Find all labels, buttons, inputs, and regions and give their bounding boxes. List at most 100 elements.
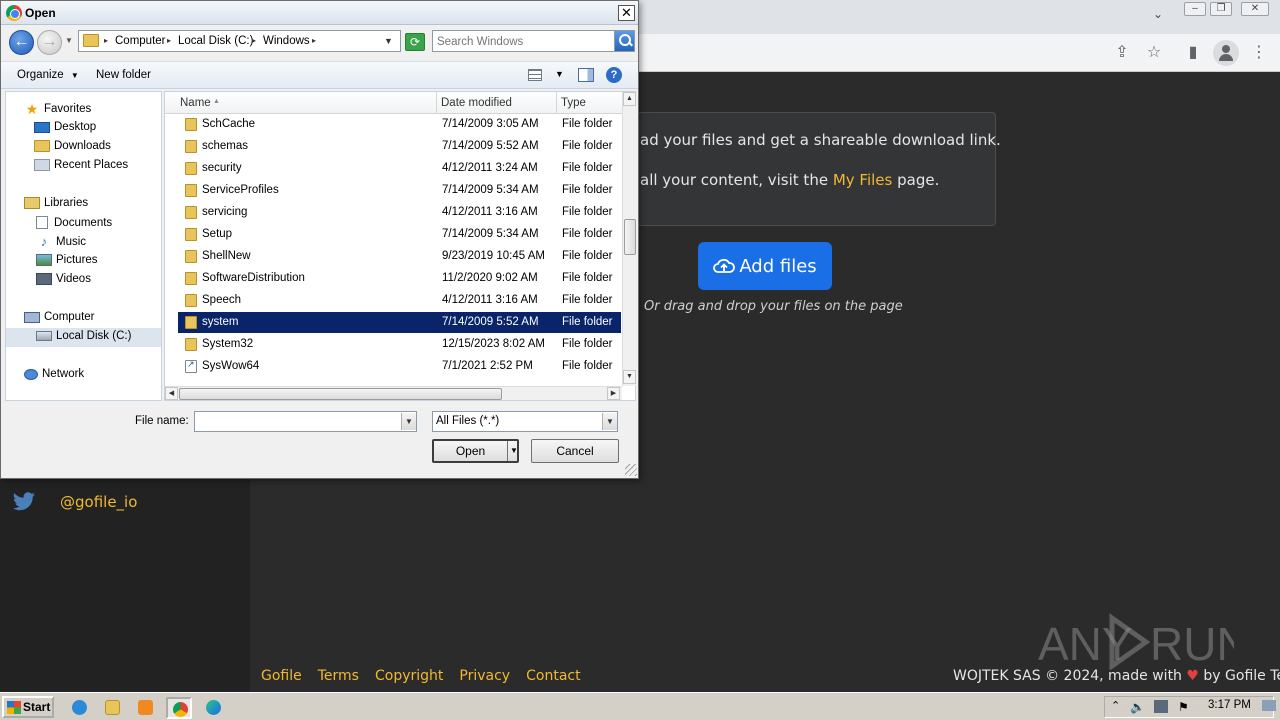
open-options-dropdown-icon[interactable]: ▼ — [510, 441, 518, 461]
nav-item-local-disk[interactable]: Local Disk (C:) — [36, 330, 131, 342]
search-field[interactable] — [432, 30, 635, 52]
twitter-handle-link[interactable]: @gofile_io — [60, 493, 137, 511]
scroll-left-arrow-icon[interactable]: ◀ — [165, 387, 178, 400]
side-panel-icon[interactable]: ▮ — [1182, 42, 1204, 64]
nav-item-videos[interactable]: Videos — [36, 273, 91, 285]
file-row[interactable]: system 7/14/2009 5:52 AM File folder — [178, 312, 621, 333]
cancel-button[interactable]: Cancel — [531, 439, 619, 463]
breadcrumb-chevron-icon[interactable]: ▸ — [252, 36, 256, 45]
dialog-close-button[interactable]: ✕ — [618, 5, 635, 21]
file-row[interactable]: System32 12/15/2023 8:02 AM File folder — [178, 334, 621, 355]
breadcrumb-chevron-icon[interactable]: ▸ — [104, 36, 108, 45]
show-desktop-icon[interactable] — [1262, 700, 1276, 711]
taskbar-explorer-icon[interactable] — [100, 697, 126, 719]
browser-minimize-button[interactable]: ‒ — [1184, 2, 1206, 16]
new-folder-button[interactable]: New folder — [96, 69, 151, 81]
back-arrow-icon[interactable]: ← — [9, 30, 34, 55]
horizontal-scrollbar[interactable]: ◀ ▶ — [165, 386, 622, 400]
file-row[interactable]: ServiceProfiles 7/14/2009 5:34 AM File fol… — [178, 180, 621, 201]
file-row[interactable]: Speech 4/12/2011 3:16 AM File folder — [178, 290, 621, 311]
taskbar-edge-icon[interactable] — [201, 697, 227, 719]
scroll-right-arrow-icon[interactable]: ▶ — [607, 387, 620, 400]
breadcrumb-computer[interactable]: Computer — [115, 35, 166, 47]
horizontal-scroll-thumb[interactable] — [179, 388, 502, 400]
taskbar-chrome-icon[interactable] — [166, 697, 192, 719]
nav-item-recent-places[interactable]: Recent Places — [34, 159, 128, 171]
footer-link-terms[interactable]: Terms — [318, 668, 359, 684]
taskbar-media-player-icon[interactable] — [133, 697, 159, 719]
file-name-input[interactable] — [198, 414, 393, 429]
taskbar-clock[interactable]: 3:17 PM — [1208, 699, 1251, 711]
column-divider[interactable] — [436, 92, 437, 114]
bookmark-star-icon[interactable]: ☆ — [1143, 42, 1165, 64]
file-type-filter-select[interactable]: All Files (*.*) ▼ — [432, 411, 618, 432]
file-name-dropdown-icon[interactable]: ▼ — [401, 413, 416, 430]
footer-link-copyright[interactable]: Copyright — [375, 668, 443, 684]
footer-link-privacy[interactable]: Privacy — [459, 668, 510, 684]
breadcrumb-windows[interactable]: Windows — [263, 35, 310, 47]
start-button[interactable]: Start — [2, 696, 54, 718]
file-row[interactable]: security 4/12/2011 3:24 AM File folder — [178, 158, 621, 179]
change-view-icon[interactable] — [528, 69, 542, 81]
resize-grip-icon[interactable] — [625, 464, 637, 476]
nav-item-pictures[interactable]: Pictures — [36, 254, 98, 266]
scroll-down-arrow-icon[interactable]: ▼ — [623, 370, 636, 384]
open-button[interactable]: Open ▼ — [432, 439, 519, 463]
browser-restore-button[interactable]: ❐ — [1210, 2, 1232, 16]
nav-item-desktop[interactable]: Desktop — [34, 121, 96, 133]
my-files-link[interactable]: My Files — [833, 171, 893, 189]
search-icon[interactable] — [614, 31, 634, 51]
nav-item-documents[interactable]: Documents — [36, 216, 112, 229]
column-header-type[interactable]: Type — [561, 97, 586, 109]
file-row[interactable]: ShellNew 9/23/2019 10:45 AM File folder — [178, 246, 621, 267]
file-row[interactable]: SchCache 7/14/2009 3:05 AM File folder — [178, 114, 621, 135]
breadcrumb-chevron-icon[interactable]: ▸ — [167, 36, 171, 45]
search-input[interactable] — [437, 34, 612, 49]
show-hidden-icons-icon[interactable]: ⌃ — [1111, 699, 1120, 712]
file-type-dropdown-icon[interactable]: ▼ — [602, 413, 617, 430]
share-icon[interactable]: ⇪ — [1111, 42, 1133, 64]
view-options-dropdown-icon[interactable]: ▼ — [555, 69, 564, 79]
column-divider[interactable] — [556, 92, 557, 114]
nav-item-libraries[interactable]: Libraries — [24, 197, 88, 209]
help-icon[interactable]: ? — [606, 67, 622, 83]
footer-link-gofile[interactable]: Gofile — [261, 668, 302, 684]
scroll-up-arrow-icon[interactable]: ▲ — [623, 92, 636, 106]
file-row[interactable]: SysWow64 7/1/2021 2:52 PM File folder — [178, 356, 621, 377]
forward-arrow-icon[interactable]: → — [37, 30, 62, 55]
twitter-icon[interactable] — [12, 492, 36, 512]
nav-item-network[interactable]: Network — [24, 368, 84, 380]
tab-list-chevron-icon[interactable]: ⌄ — [1153, 7, 1163, 21]
file-row[interactable]: schemas 7/14/2009 5:52 AM File folder — [178, 136, 621, 157]
nav-item-favorites[interactable]: ★ Favorites — [24, 102, 92, 116]
nav-item-downloads[interactable]: Downloads — [34, 140, 111, 152]
breadcrumb-local-disk[interactable]: Local Disk (C:) — [178, 35, 253, 47]
nav-item-music[interactable]: ♪ Music — [36, 235, 86, 249]
footer-link-contact[interactable]: Contact — [526, 668, 580, 684]
add-files-button[interactable]: Add files — [698, 242, 832, 290]
column-header-date-modified[interactable]: Date modified — [441, 97, 512, 109]
dialog-titlebar[interactable]: Open ✕ — [1, 1, 638, 25]
network-tray-icon[interactable] — [1154, 700, 1168, 713]
organize-menu[interactable]: Organize ▼ — [17, 69, 79, 81]
file-name-combobox[interactable]: ▼ — [194, 411, 417, 432]
browser-close-button[interactable]: ✕ — [1241, 2, 1269, 16]
action-center-flag-icon[interactable]: ⚑ — [1178, 700, 1192, 714]
volume-icon[interactable]: 🔈 — [1130, 700, 1145, 714]
nav-item-computer[interactable]: Computer — [24, 311, 95, 323]
taskbar-ie-icon[interactable] — [67, 697, 93, 719]
address-history-dropdown-icon[interactable]: ▼ — [384, 36, 393, 46]
file-row[interactable]: Setup 7/14/2009 5:34 AM File folder — [178, 224, 621, 245]
vertical-scrollbar[interactable]: ▲ ▼ — [622, 92, 636, 386]
address-bar[interactable]: ▸ Computer ▸ Local Disk (C:) ▸ Windows ▸… — [78, 30, 401, 52]
vertical-scroll-thumb[interactable] — [624, 219, 636, 255]
menu-dots-icon[interactable]: ⋮ — [1248, 42, 1270, 64]
recent-locations-dropdown-icon[interactable]: ▼ — [65, 36, 73, 45]
preview-pane-icon[interactable] — [578, 68, 594, 82]
refresh-icon[interactable]: ⟳ — [405, 33, 425, 51]
breadcrumb-chevron-icon[interactable]: ▸ — [312, 36, 316, 45]
file-row[interactable]: servicing 4/12/2011 3:16 AM File folder — [178, 202, 621, 223]
profile-avatar-icon[interactable] — [1213, 40, 1239, 66]
column-header-name[interactable]: Name — [180, 97, 211, 109]
file-row[interactable]: SoftwareDistribution 11/2/2020 9:02 AM Fil… — [178, 268, 621, 289]
